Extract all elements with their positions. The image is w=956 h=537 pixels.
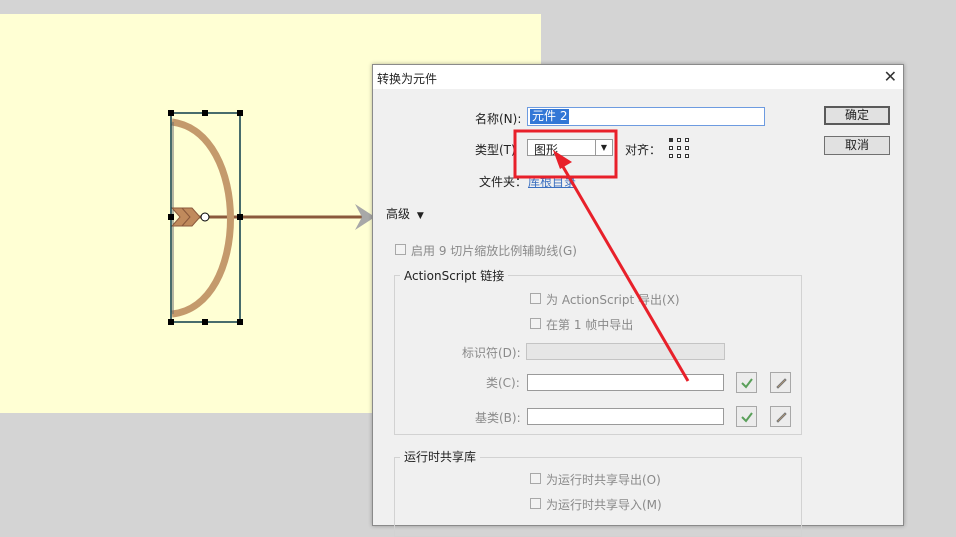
reg-point-mc[interactable] <box>677 146 681 150</box>
chevron-down-icon: ▼ <box>416 211 424 221</box>
export-actionscript-checkbox[interactable] <box>530 293 541 304</box>
name-input[interactable]: 元件 2 <box>527 107 765 126</box>
dropdown-arrow-icon: ▼ <box>595 140 612 155</box>
cancel-button[interactable]: 取消 <box>824 136 890 155</box>
export-actionscript-label: 为 ActionScript 导出(X) <box>546 293 680 307</box>
base-class-label: 基类(B): <box>475 411 521 425</box>
convert-to-symbol-dialog: 转换为元件 ✕ 名称(N): 元件 2 类型(T) 图形 ▼ 对齐： 文件夹： … <box>372 64 904 537</box>
reg-point-bc[interactable] <box>677 154 681 158</box>
reg-point-bl[interactable] <box>669 154 673 158</box>
class-edit-button[interactable] <box>770 372 791 393</box>
reg-point-br[interactable] <box>685 154 689 158</box>
export-frame1-checkbox[interactable] <box>530 318 541 329</box>
advanced-label: 高级 <box>386 207 411 221</box>
ok-button[interactable]: 确定 <box>824 106 890 125</box>
export-runtime-label: 为运行时共享导出(O) <box>546 473 661 487</box>
checkmark-icon <box>741 412 753 423</box>
type-label: 类型(T) <box>475 143 516 157</box>
reg-point-mr[interactable] <box>685 146 689 150</box>
pencil-icon <box>776 378 787 389</box>
actionscript-group-title: ActionScript 链接 <box>400 267 509 284</box>
class-input[interactable] <box>527 374 724 391</box>
close-icon[interactable]: ✕ <box>884 67 897 86</box>
reg-point-ml[interactable] <box>669 146 673 150</box>
enable-9slice-label: 启用 9 切片缩放比例辅助线(G) <box>411 244 577 258</box>
folder-label: 文件夹： <box>479 175 528 189</box>
name-input-value: 元件 2 <box>530 109 570 124</box>
export-runtime-checkbox[interactable] <box>530 473 541 484</box>
pencil-icon <box>776 412 787 423</box>
class-label: 类(C): <box>486 376 520 390</box>
name-label: 名称(N): <box>475 112 522 126</box>
class-validate-button[interactable] <box>736 372 757 393</box>
advanced-toggle[interactable]: 高级 ▼ <box>386 205 424 222</box>
dialog-title: 转换为元件 <box>377 72 438 86</box>
type-select[interactable]: 图形 ▼ <box>527 139 613 157</box>
identifier-label: 标识符(D): <box>462 346 521 360</box>
enable-9slice-checkbox[interactable] <box>395 244 406 255</box>
base-class-validate-button[interactable] <box>736 406 757 427</box>
checkmark-icon <box>741 378 753 389</box>
identifier-input[interactable] <box>526 343 725 360</box>
reg-point-tc[interactable] <box>677 138 681 142</box>
folder-link[interactable]: 库根目录 <box>528 173 576 190</box>
base-class-edit-button[interactable] <box>770 406 791 427</box>
registration-grid[interactable] <box>669 138 691 160</box>
type-select-value: 图形 <box>534 143 559 157</box>
reg-point-tl[interactable] <box>669 138 673 142</box>
reg-point-tr[interactable] <box>685 138 689 142</box>
export-frame1-label: 在第 1 帧中导出 <box>546 318 634 332</box>
runtime-group-title: 运行时共享库 <box>400 448 481 465</box>
align-label: 对齐： <box>625 143 662 157</box>
import-runtime-label: 为运行时共享导入(M) <box>546 498 662 512</box>
dialog-titlebar: 转换为元件 ✕ <box>373 65 903 89</box>
base-class-input[interactable] <box>527 408 724 425</box>
import-runtime-checkbox[interactable] <box>530 498 541 509</box>
